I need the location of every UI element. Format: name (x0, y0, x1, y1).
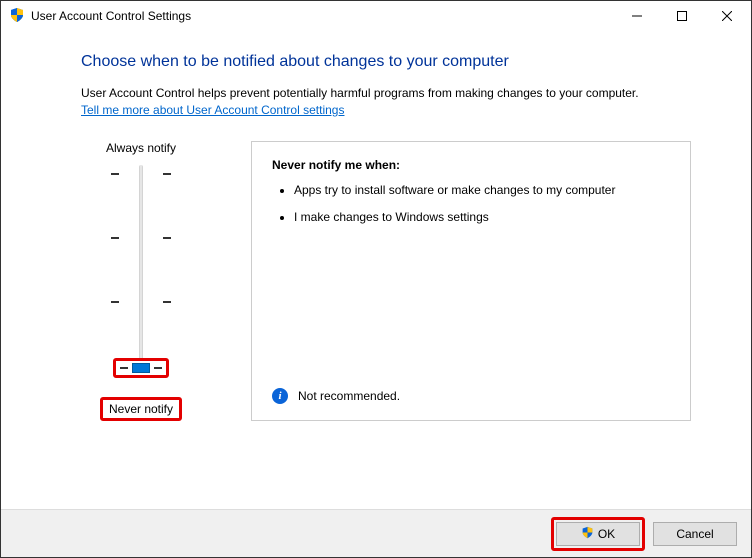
ok-button-label: OK (598, 527, 615, 541)
info-icon: i (272, 388, 288, 404)
page-heading: Choose when to be notified about changes… (81, 53, 691, 71)
info-bullet: I make changes to Windows settings (294, 209, 670, 226)
description-text: User Account Control helps prevent poten… (81, 85, 691, 101)
uac-shield-icon (581, 526, 594, 542)
slider-tick (111, 237, 171, 239)
cancel-button[interactable]: Cancel (653, 522, 737, 546)
slider-thumb-row (111, 359, 171, 377)
minimize-button[interactable] (614, 2, 659, 30)
info-title: Never notify me when: (272, 158, 670, 172)
window-controls (614, 2, 749, 30)
content-area: Choose when to be notified about changes… (1, 31, 751, 509)
slider-track[interactable] (111, 165, 171, 385)
info-bullet-list: Apps try to install software or make cha… (272, 182, 670, 236)
close-button[interactable] (704, 2, 749, 30)
notification-slider: Always notify Never notify (81, 141, 201, 421)
slider-label-top: Always notify (106, 141, 176, 155)
maximize-button[interactable] (659, 2, 704, 30)
slider-thumb[interactable] (132, 363, 150, 373)
window-title: User Account Control Settings (31, 9, 614, 23)
ok-button[interactable]: OK (556, 522, 640, 546)
slider-tick (111, 173, 171, 175)
info-panel: Never notify me when: Apps try to instal… (251, 141, 691, 421)
cancel-button-label: Cancel (676, 527, 713, 541)
info-bullet: Apps try to install software or make cha… (294, 182, 670, 199)
titlebar: User Account Control Settings (1, 1, 751, 31)
main-row: Always notify Never notify (81, 141, 691, 421)
recommendation-text: Not recommended. (298, 389, 400, 403)
slider-label-bottom: Never notify (100, 397, 182, 421)
slider-tick (111, 301, 171, 303)
uac-settings-window: User Account Control Settings Choose whe… (0, 0, 752, 558)
learn-more-link[interactable]: Tell me more about User Account Control … (81, 103, 344, 117)
recommendation-row: i Not recommended. (272, 368, 670, 404)
button-bar: OK Cancel (1, 509, 751, 557)
uac-shield-icon (9, 7, 25, 26)
